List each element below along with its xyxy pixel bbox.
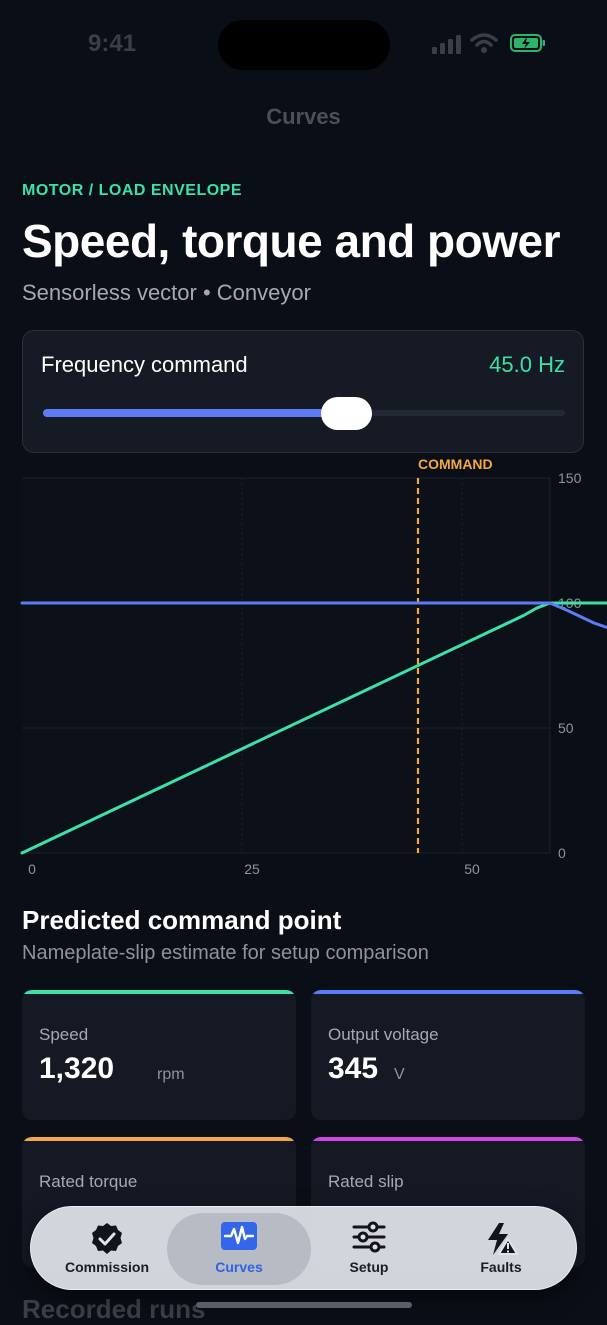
frequency-value: 45.0 Hz [489, 352, 565, 377]
y-tick-label: 0 [558, 845, 566, 861]
metric-unit: V [394, 1066, 405, 1083]
x-tick-label: 50 [464, 861, 480, 877]
tab-curves[interactable]: Curves [167, 1207, 311, 1291]
metric-label: Rated torque [39, 1172, 138, 1191]
y-tick-label: 150 [558, 470, 582, 486]
sliders-icon [352, 1221, 386, 1253]
metric-label: Speed [39, 1025, 89, 1044]
metric-accent-bar [311, 990, 585, 994]
metric-value: 345 [328, 1052, 379, 1085]
home-indicator [196, 1302, 412, 1308]
tab-label: Curves [215, 1259, 263, 1275]
page-title: Speed, torque and power [22, 215, 561, 267]
x-tick-label: 0 [28, 861, 36, 877]
wifi-icon [470, 33, 498, 53]
bolt-warning-icon [488, 1223, 519, 1255]
plot-area [22, 478, 550, 853]
metric-accent-bar [22, 1137, 296, 1141]
waveform-icon [221, 1222, 257, 1250]
nav-title: Curves [266, 104, 341, 129]
metric-value: 1,320 [39, 1052, 115, 1085]
tab-bar: Commission Curves Setup Faults [30, 1206, 577, 1290]
tab-commission[interactable]: Commission [35, 1207, 179, 1291]
metric-card-speed: Speed 1,320 rpm [22, 990, 296, 1120]
status-time: 9:41 [88, 30, 137, 57]
tab-label: Commission [64, 1259, 149, 1275]
x-tick-label: 25 [244, 861, 260, 877]
metric-card-output-voltage: Output voltage 345 V [311, 990, 585, 1120]
frequency-label: Frequency command [41, 352, 248, 377]
envelope-chart: 1501005000 25 50COMMAND [20, 456, 607, 877]
tab-label: Faults [480, 1259, 522, 1275]
cellular-signal-icon [432, 34, 462, 54]
metric-label: Rated slip [328, 1172, 404, 1191]
predicted-title: Predicted command point [22, 905, 342, 935]
tab-setup[interactable]: Setup [297, 1207, 441, 1291]
tab-label: Setup [349, 1259, 389, 1275]
tab-faults[interactable]: Faults [429, 1207, 573, 1291]
metric-accent-bar [311, 1137, 585, 1141]
y-tick-label: 50 [558, 720, 574, 736]
metric-accent-bar [22, 990, 296, 994]
frequency-slider-thumb[interactable] [320, 397, 372, 430]
frequency-command-card: Frequency command 45.0 Hz [22, 330, 584, 453]
battery-charging-icon [510, 34, 545, 52]
frequency-slider-fill [43, 409, 346, 417]
page-subtitle: Sensorless vector • Conveyor [22, 280, 311, 305]
dynamic-island [218, 20, 390, 70]
metric-label: Output voltage [328, 1025, 439, 1044]
check-badge-icon [92, 1223, 122, 1254]
command-marker-label: COMMAND [418, 456, 493, 472]
section-eyebrow: MOTOR / LOAD ENVELOPE [22, 182, 242, 199]
predicted-subtitle: Nameplate-slip estimate for setup compar… [22, 942, 429, 964]
recorded-runs-heading: Recorded runs [22, 1294, 206, 1324]
metric-unit: rpm [157, 1066, 185, 1083]
